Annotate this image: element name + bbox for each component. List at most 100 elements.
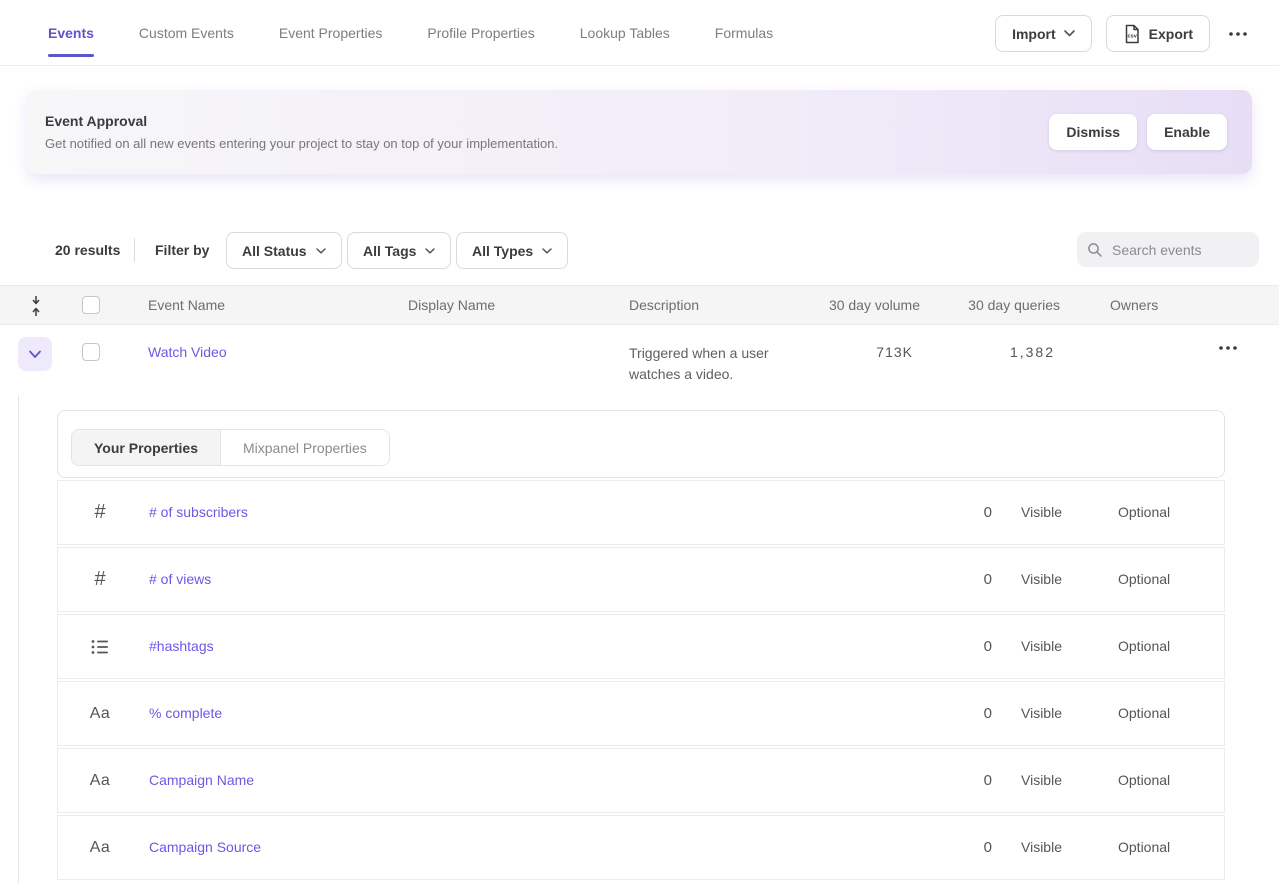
search-box (1077, 232, 1259, 267)
more-options-button[interactable] (1224, 25, 1252, 43)
types-filter-dropdown[interactable]: All Types (456, 232, 568, 269)
property-value: 0 (932, 816, 992, 879)
collapse-rows-icon (29, 295, 43, 317)
banner-description: Get notified on all new events entering … (45, 136, 558, 151)
topnav-actions: Import csv Export (995, 15, 1252, 52)
tags-filter-dropdown[interactable]: All Tags (347, 232, 451, 269)
column-header-display-name: Display Name (408, 286, 495, 324)
select-all-checkbox[interactable] (82, 296, 100, 314)
property-value: 0 (932, 548, 992, 611)
event-properties-panel: Your Properties Mixpanel Properties # # … (57, 410, 1225, 880)
tab-profile-properties[interactable]: Profile Properties (427, 0, 534, 66)
text-icon: Aa (82, 682, 118, 745)
lexicon-events-page: Events Custom Events Event Properties Pr… (0, 0, 1279, 884)
tab-your-properties[interactable]: Your Properties (72, 430, 221, 465)
property-row: # # of views 0 Visible Optional (57, 547, 1225, 612)
text-icon: Aa (82, 816, 118, 879)
property-visibility: Visible (1021, 481, 1062, 544)
chevron-down-icon (316, 248, 326, 254)
properties-tab-switcher: Your Properties Mixpanel Properties (71, 429, 390, 466)
text-icon: Aa (82, 749, 118, 812)
property-row: Aa % complete 0 Visible Optional (57, 681, 1225, 746)
filter-by-label: Filter by (155, 232, 209, 268)
property-row: #hashtags 0 Visible Optional (57, 614, 1225, 679)
property-value: 0 (932, 615, 992, 678)
tab-formulas[interactable]: Formulas (715, 0, 773, 66)
search-input[interactable] (1112, 242, 1242, 258)
import-button[interactable]: Import (995, 15, 1092, 52)
top-nav: Events Custom Events Event Properties Pr… (0, 0, 1279, 66)
tab-lookup-tables-label: Lookup Tables (580, 25, 670, 41)
ellipsis-icon (1218, 345, 1238, 351)
collapse-all-button[interactable] (27, 295, 45, 317)
property-name-link[interactable]: Campaign Name (149, 749, 254, 812)
tab-formulas-label: Formulas (715, 25, 773, 41)
banner-text: Event Approval Get notified on all new e… (45, 113, 558, 151)
ellipsis-icon (1228, 31, 1248, 37)
column-header-event-name: Event Name (148, 286, 225, 324)
search-icon (1087, 242, 1103, 258)
results-count: 20 results (55, 232, 120, 268)
property-visibility: Visible (1021, 816, 1062, 879)
tab-custom-events[interactable]: Custom Events (139, 0, 234, 66)
property-name-link[interactable]: #hashtags (149, 615, 214, 678)
banner-actions: Dismiss Enable (1049, 114, 1227, 150)
collapse-row-button[interactable] (18, 337, 52, 371)
property-row: Aa Campaign Name 0 Visible Optional (57, 748, 1225, 813)
status-filter-dropdown[interactable]: All Status (226, 232, 342, 269)
tab-profile-properties-label: Profile Properties (427, 25, 534, 41)
tab-custom-events-label: Custom Events (139, 25, 234, 41)
number-icon: # (82, 481, 118, 544)
column-header-30-day-volume: 30 day volume (829, 286, 920, 324)
property-row: # # of subscribers 0 Visible Optional (57, 480, 1225, 545)
import-button-label: Import (1012, 26, 1056, 42)
column-header-owners: Owners (1110, 286, 1158, 324)
chevron-down-icon (542, 248, 552, 254)
property-name-link[interactable]: % complete (149, 682, 222, 745)
row-checkbox[interactable] (82, 343, 100, 361)
events-table-header: Event Name Display Name Description 30 d… (0, 285, 1279, 325)
event-approval-banner: Event Approval Get notified on all new e… (27, 90, 1252, 174)
event-description: Triggered when a user watches a video. (629, 343, 789, 385)
property-requirement: Optional (1118, 749, 1170, 812)
svg-text:csv: csv (1127, 33, 1137, 39)
property-name-link[interactable]: # of views (149, 548, 211, 611)
chevron-down-icon (425, 248, 435, 254)
dismiss-button[interactable]: Dismiss (1049, 114, 1137, 150)
filter-row: 20 results Filter by All Status All Tags… (0, 232, 1279, 268)
property-row: Aa Campaign Source 0 Visible Optional (57, 815, 1225, 880)
row-more-options-button[interactable] (1212, 339, 1244, 357)
banner-title: Event Approval (45, 113, 558, 129)
column-header-30-day-queries: 30 day queries (968, 286, 1060, 324)
properties-tabs-card: Your Properties Mixpanel Properties (57, 410, 1225, 478)
tab-event-properties[interactable]: Event Properties (279, 0, 383, 66)
property-visibility: Visible (1021, 615, 1062, 678)
property-value: 0 (932, 749, 992, 812)
property-value: 0 (932, 682, 992, 745)
enable-button[interactable]: Enable (1147, 114, 1227, 150)
tab-lookup-tables[interactable]: Lookup Tables (580, 0, 670, 66)
tags-filter-label: All Tags (363, 243, 416, 259)
property-visibility: Visible (1021, 682, 1062, 745)
export-button-label: Export (1149, 26, 1193, 42)
property-requirement: Optional (1118, 615, 1170, 678)
export-button[interactable]: csv Export (1106, 15, 1210, 52)
property-value: 0 (932, 481, 992, 544)
divider (134, 238, 135, 262)
list-icon (82, 615, 118, 678)
property-requirement: Optional (1118, 548, 1170, 611)
property-requirement: Optional (1118, 682, 1170, 745)
types-filter-label: All Types (472, 243, 533, 259)
property-requirement: Optional (1118, 481, 1170, 544)
event-name-link[interactable]: Watch Video (148, 344, 227, 360)
property-name-link[interactable]: Campaign Source (149, 816, 261, 879)
event-row-watch-video: Watch Video Triggered when a user watche… (0, 325, 1279, 395)
property-requirement: Optional (1118, 816, 1170, 879)
property-visibility: Visible (1021, 548, 1062, 611)
column-header-description: Description (629, 286, 699, 324)
tab-mixpanel-properties[interactable]: Mixpanel Properties (221, 430, 389, 465)
property-name-link[interactable]: # of subscribers (149, 481, 248, 544)
status-filter-label: All Status (242, 243, 307, 259)
chevron-down-icon (1064, 30, 1075, 37)
tab-events[interactable]: Events (48, 0, 94, 66)
